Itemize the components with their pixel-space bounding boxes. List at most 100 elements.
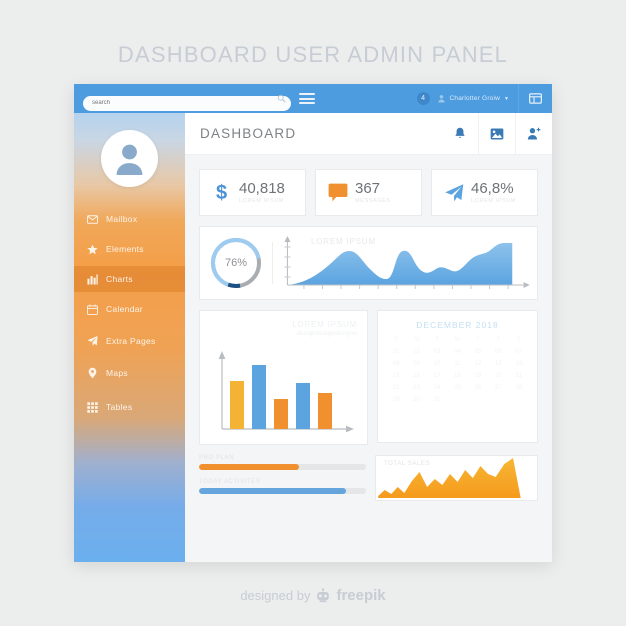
calendar-weekday: S bbox=[516, 337, 521, 343]
calendar-day[interactable]: 13 bbox=[488, 361, 508, 367]
area-chart: LOREM IPSUM bbox=[273, 233, 537, 293]
calendar-day[interactable]: 11 bbox=[447, 361, 467, 367]
calendar-day[interactable]: 15 bbox=[386, 373, 406, 379]
total-sales-panel: TOTAL SALES bbox=[375, 455, 538, 501]
bell-icon[interactable] bbox=[442, 113, 478, 154]
user-icon bbox=[437, 95, 445, 103]
calendar-day[interactable]: 18 bbox=[447, 373, 467, 379]
envelope-icon bbox=[87, 214, 98, 225]
avatar[interactable] bbox=[101, 130, 158, 187]
stat-card[interactable]: 367 MESSAGES bbox=[315, 169, 422, 216]
sidebar-item-label: Maps bbox=[106, 368, 128, 378]
calendar-day[interactable]: 06 bbox=[488, 349, 508, 355]
stat-card[interactable]: $ 40,818 LOREM IPSUM bbox=[199, 169, 306, 216]
calendar-day[interactable]: 24 bbox=[427, 385, 447, 391]
calendar-day[interactable]: 07 bbox=[509, 349, 529, 355]
calendar-day[interactable]: 20 bbox=[488, 373, 508, 379]
avatar-user-icon bbox=[116, 144, 143, 175]
calendar-day[interactable]: 14 bbox=[509, 361, 529, 367]
calendar-weekday: S bbox=[394, 337, 399, 343]
calendar-day[interactable]: 31 bbox=[427, 397, 447, 403]
progress-bar-today-activites[interactable] bbox=[199, 488, 366, 494]
calendar-day[interactable]: 02 bbox=[406, 349, 426, 355]
stat-card-row: $ 40,818 LOREM IPSUM 367 MESSAGES 46,8% … bbox=[185, 155, 552, 216]
calendar-day[interactable]: 10 bbox=[427, 361, 447, 367]
calendar-day[interactable]: 27 bbox=[488, 385, 508, 391]
window-layout-icon[interactable] bbox=[519, 93, 552, 104]
search-field[interactable] bbox=[83, 91, 291, 111]
calendar-day[interactable]: 09 bbox=[406, 361, 426, 367]
grid-icon bbox=[87, 401, 98, 413]
star-icon bbox=[87, 243, 98, 255]
stat-card-label: LOREM IPSUM bbox=[471, 197, 517, 204]
calendar-day[interactable]: 30 bbox=[406, 397, 426, 403]
calendar-day[interactable]: 04 bbox=[447, 349, 467, 355]
notification-badge[interactable]: 4 bbox=[416, 92, 430, 105]
top-bar: 4 Charlotter Groiw ▼ bbox=[74, 84, 552, 113]
progress-label: PRO PLAN bbox=[199, 455, 235, 461]
sidebar-item-label: Extra Pages bbox=[106, 336, 156, 346]
dollar-icon: $ bbox=[211, 182, 232, 203]
hamburger-line bbox=[299, 93, 315, 95]
second-row: LOREM IPSUM designdesigndesigne DECEMBER bbox=[185, 300, 552, 445]
calendar-weekday: T bbox=[476, 337, 480, 343]
donut-value-label: 76% bbox=[224, 257, 248, 269]
sidebar-item-maps[interactable]: Maps bbox=[74, 360, 185, 386]
sidebar-item-label: Calendar bbox=[106, 304, 143, 314]
sidebar-item-extra-pages[interactable]: Extra Pages bbox=[74, 328, 185, 354]
calendar-day[interactable]: 28 bbox=[509, 385, 529, 391]
sidebar-item-calendar[interactable]: Calendar bbox=[74, 296, 185, 322]
calendar-day[interactable]: 29 bbox=[386, 397, 406, 403]
calendar-weekday: W bbox=[454, 337, 461, 343]
svg-text:$: $ bbox=[216, 182, 227, 203]
calendar-weekday: M bbox=[414, 337, 420, 343]
calendar-icon bbox=[87, 304, 98, 315]
dashboard-window: 4 Charlotter Groiw ▼ bbox=[74, 84, 552, 562]
footer-text: designed by bbox=[240, 588, 311, 603]
content-header: DASHBOARD bbox=[185, 113, 552, 155]
stat-card-label: LOREM IPSUM bbox=[239, 197, 285, 204]
bar-chart-heading: LOREM IPSUM designdesigndesigne bbox=[292, 320, 357, 337]
hamburger-icon[interactable] bbox=[299, 93, 315, 104]
calendar-day[interactable]: 21 bbox=[509, 373, 529, 379]
sidebar-item-mailbox[interactable]: Mailbox bbox=[74, 206, 185, 232]
user-menu[interactable]: Charlotter Groiw ▼ bbox=[437, 94, 518, 103]
paper-plane-icon bbox=[443, 182, 464, 203]
page-title: DASHBOARD USER ADMIN PANEL bbox=[117, 42, 509, 67]
calendar-day[interactable]: 01 bbox=[386, 349, 406, 355]
search-input[interactable] bbox=[83, 95, 291, 111]
sidebar-item-charts[interactable]: Charts bbox=[74, 266, 185, 292]
chevron-down-icon[interactable]: ▼ bbox=[504, 96, 509, 102]
calendar-day[interactable]: 05 bbox=[468, 349, 488, 355]
progress-bar-pro-plan[interactable] bbox=[199, 464, 366, 470]
calendar-day[interactable]: 26 bbox=[468, 385, 488, 391]
header-icon-group bbox=[442, 113, 552, 154]
calendar-day[interactable]: 16 bbox=[406, 373, 426, 379]
add-user-icon[interactable] bbox=[515, 113, 552, 154]
bar-chart-icon bbox=[87, 273, 98, 285]
calendar-day[interactable]: 19 bbox=[468, 373, 488, 379]
hamburger-line bbox=[299, 102, 315, 104]
stat-card-value: 40,818 bbox=[239, 179, 285, 197]
calendar-day[interactable]: 17 bbox=[427, 373, 447, 379]
stat-card-label: MESSAGES bbox=[355, 197, 391, 204]
calendar-day[interactable]: 23 bbox=[406, 385, 426, 391]
calendar-day[interactable]: 03 bbox=[427, 349, 447, 355]
calendar-day[interactable]: 22 bbox=[386, 385, 406, 391]
sidebar-item-elements[interactable]: Elements bbox=[74, 236, 185, 262]
calendar-day[interactable]: 25 bbox=[447, 385, 467, 391]
image-icon[interactable] bbox=[478, 113, 515, 154]
calendar-day[interactable]: 08 bbox=[386, 361, 406, 367]
sidebar-item-tables[interactable]: Tables bbox=[74, 394, 185, 420]
hamburger-line bbox=[299, 97, 315, 100]
sidebar-item-label: Elements bbox=[106, 244, 144, 254]
search-icon[interactable] bbox=[277, 94, 286, 103]
dashboard-title: DASHBOARD bbox=[200, 126, 297, 141]
topbar-right-group: 4 Charlotter Groiw ▼ bbox=[416, 84, 552, 113]
stat-card[interactable]: 46,8% LOREM IPSUM bbox=[431, 169, 538, 216]
sidebar-menu: Mailbox Elements Charts Calendar Extra P… bbox=[74, 206, 185, 420]
calendar-day[interactable]: 12 bbox=[468, 361, 488, 367]
user-name: Charlotter Groiw bbox=[449, 95, 501, 102]
stat-card-text: 40,818 LOREM IPSUM bbox=[239, 181, 285, 205]
sidebar: Mailbox Elements Charts Calendar Extra P… bbox=[74, 113, 185, 562]
